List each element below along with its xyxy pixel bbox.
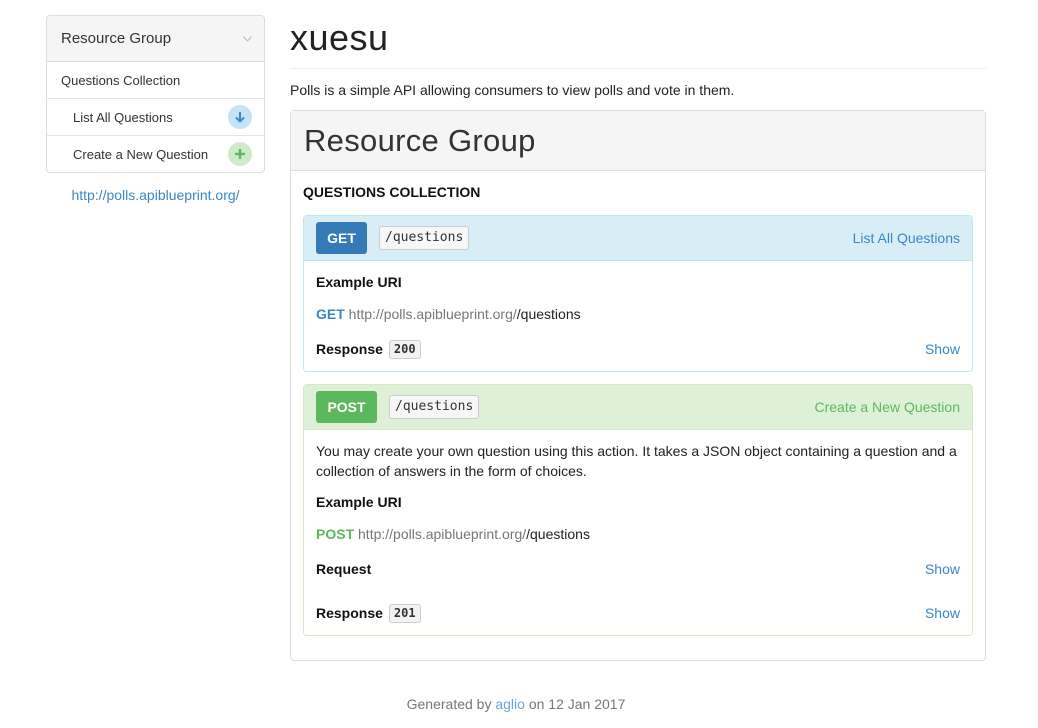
action-path: /questions (389, 395, 480, 419)
show-request-link[interactable]: Show (925, 561, 960, 577)
uri-path: /questions (526, 526, 590, 542)
uri-method: POST (316, 526, 355, 542)
action-name-link[interactable]: Create a New Question (814, 399, 960, 415)
arrow-down-icon (228, 105, 252, 129)
action-header: GET /questions List All Questions (304, 216, 972, 261)
uri-method: GET (316, 306, 345, 322)
example-uri-label: Example URI (316, 274, 402, 290)
method-get-button[interactable]: GET (316, 222, 367, 254)
nav-heading-resource-group[interactable]: Resource Group (47, 16, 264, 62)
nav-item-label: Questions Collection (61, 72, 181, 88)
uri-host: http://polls.apiblueprint.org/ (358, 526, 527, 542)
status-code-badge: 201 (388, 603, 421, 623)
plus-icon (228, 142, 252, 166)
response-label: Response (316, 605, 383, 621)
api-host-link[interactable]: http://polls.apiblueprint.org/ (46, 187, 265, 203)
action-list-all-questions: GET /questions List All Questions Exampl… (303, 215, 973, 372)
response-row: Response 201 Show (316, 591, 960, 635)
aglio-link[interactable]: aglio (495, 696, 525, 712)
example-uri: GET http://polls.apiblueprint.org//quest… (316, 305, 960, 323)
nav-item-create-new-question[interactable]: Create a New Question (47, 136, 264, 172)
resource-group-body: QUESTIONS COLLECTION GET /questions List… (291, 183, 985, 636)
nav-item-label: Create a New Question (73, 146, 209, 162)
nav-panel: Resource Group Questions Collection List… (46, 15, 265, 173)
show-response-link[interactable]: Show (925, 341, 960, 357)
show-response-link[interactable]: Show (925, 605, 960, 621)
footer: Generated by aglio on 12 Jan 2017 (290, 696, 742, 712)
footer-suffix: on 12 Jan 2017 (528, 696, 626, 712)
sidebar: Resource Group Questions Collection List… (46, 15, 265, 203)
method-post-button[interactable]: POST (316, 391, 377, 423)
footer-prefix: Generated by (406, 696, 492, 712)
uri-path: /questions (516, 306, 581, 322)
action-body: You may create your own question using t… (304, 441, 972, 635)
resource-title: QUESTIONS COLLECTION (303, 184, 481, 200)
example-uri-label: Example URI (316, 494, 402, 510)
action-description: You may create your own question using t… (316, 443, 957, 479)
nav-item-questions-collection[interactable]: Questions Collection (47, 62, 264, 99)
action-header: POST /questions Create a New Question (304, 385, 972, 430)
page-title: xuesu (290, 18, 986, 69)
response-label: Response (316, 341, 383, 357)
response-row: Response 200 Show (316, 327, 960, 371)
request-label: Request (316, 561, 372, 577)
action-body: Example URI GET http://polls.apiblueprin… (304, 273, 972, 371)
main-content: xuesu Polls is a simple API allowing con… (290, 0, 986, 661)
action-name-link[interactable]: List All Questions (853, 230, 960, 246)
example-uri: POST http://polls.apiblueprint.org//ques… (316, 525, 960, 543)
nav-item-label: List All Questions (73, 109, 173, 125)
status-code-badge: 200 (388, 339, 421, 359)
action-create-new-question: POST /questions Create a New Question Yo… (303, 384, 973, 636)
request-row: Request Show (316, 547, 960, 591)
resource-group-panel: Resource Group QUESTIONS COLLECTION GET … (290, 110, 986, 661)
chevron-down-icon (243, 35, 252, 42)
api-description: Polls is a simple API allowing consumers… (290, 82, 735, 98)
nav-heading-label: Resource Group (61, 30, 172, 47)
action-path: /questions (379, 226, 470, 250)
uri-host: http://polls.apiblueprint.org/ (348, 306, 517, 322)
nav-item-list-all-questions[interactable]: List All Questions (47, 99, 264, 136)
resource-group-title: Resource Group (291, 111, 985, 171)
